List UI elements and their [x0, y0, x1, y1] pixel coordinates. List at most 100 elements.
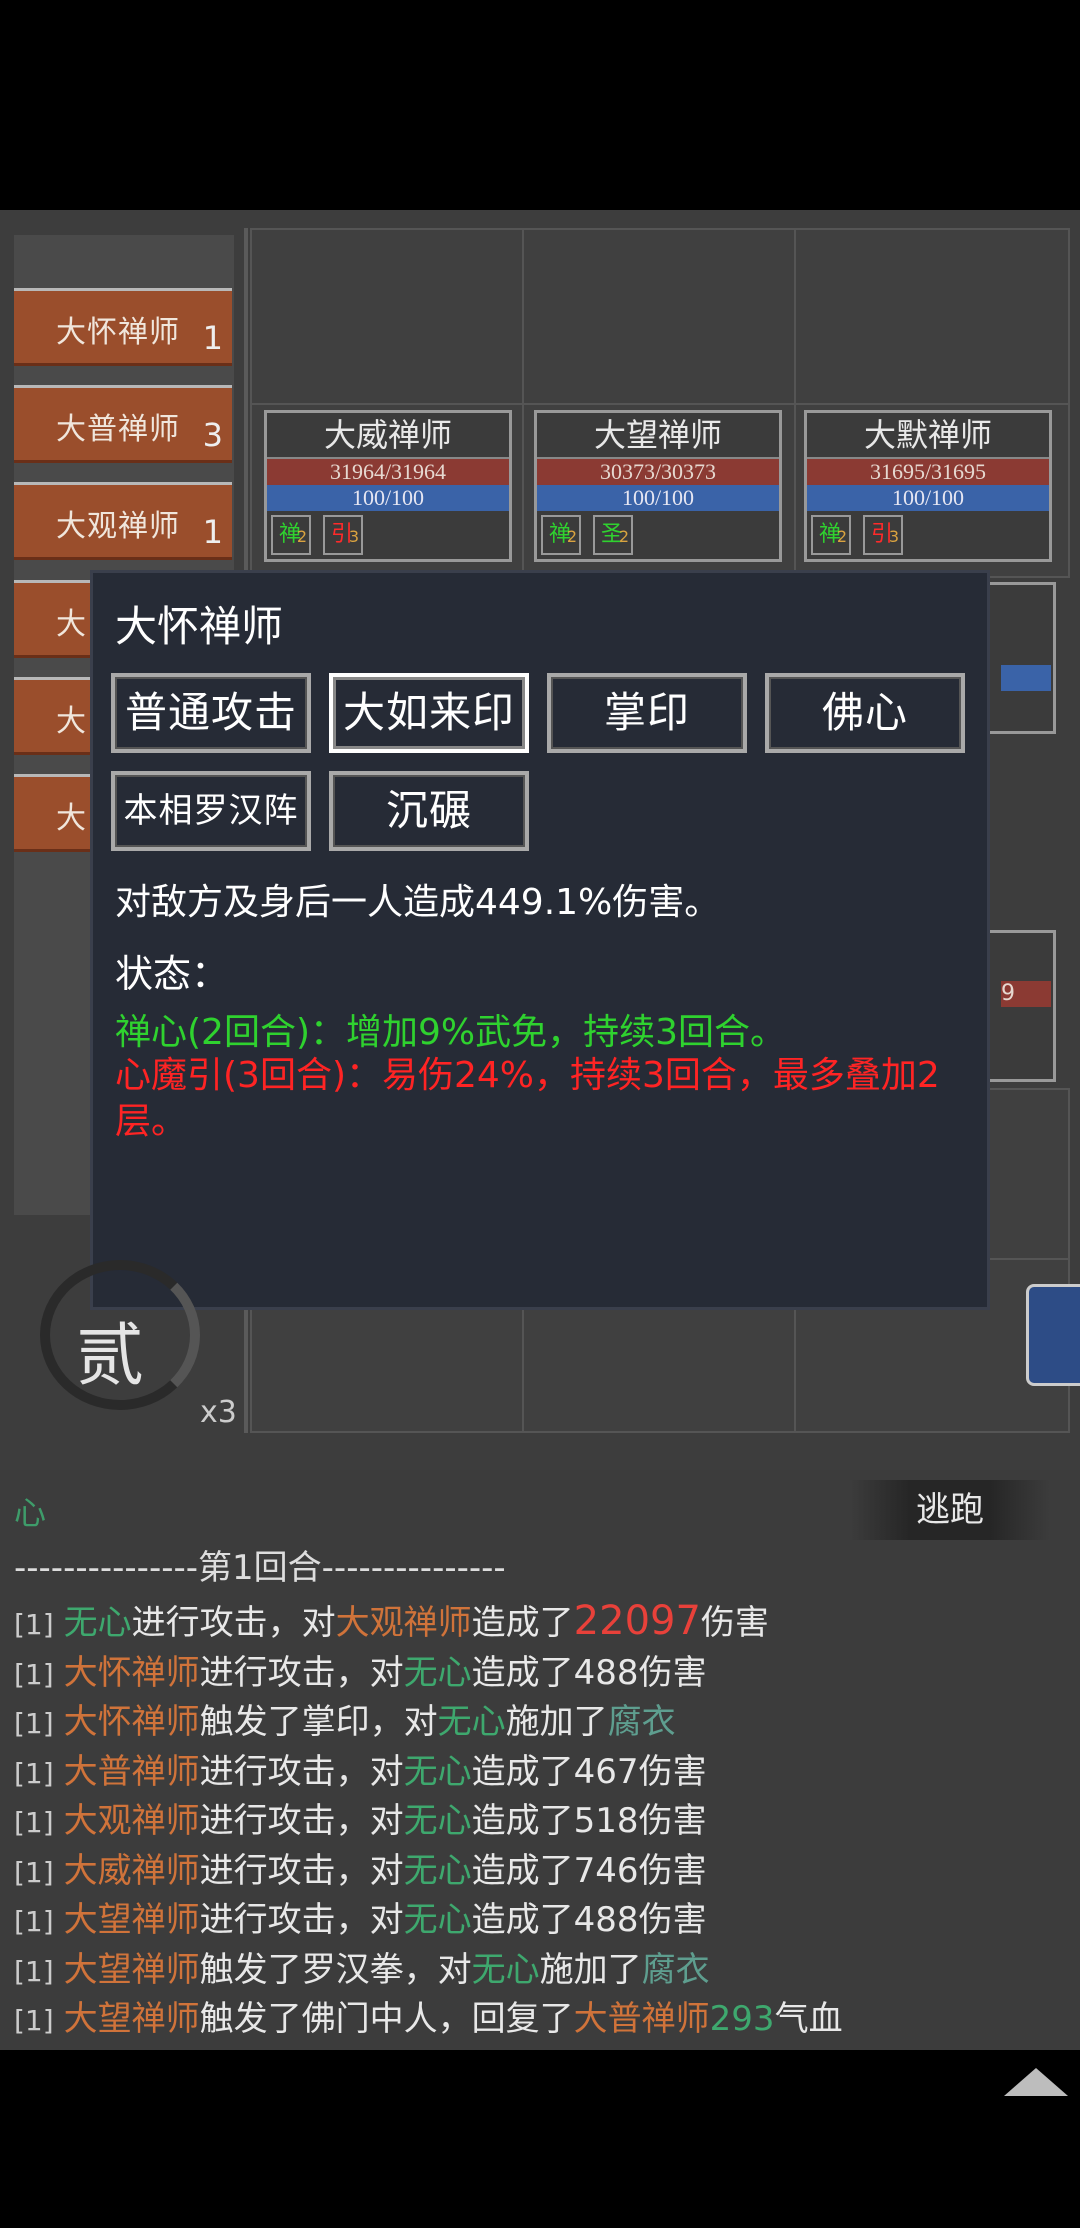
- unit-name: 大默禅师: [807, 413, 1049, 459]
- unit-card[interactable]: 大默禅师 31695/31695 100/100 禅 2 引 3: [804, 410, 1052, 562]
- log-index: [1]: [14, 1657, 54, 1691]
- log-segment: 腐衣: [641, 1949, 710, 1990]
- log-segment: 造成了: [471, 1603, 574, 1643]
- status-tag-icon[interactable]: 引3: [863, 515, 903, 555]
- unit-status-tags: 禅2 引3: [267, 511, 509, 557]
- log-segment: 大望禅师: [63, 1900, 200, 1940]
- log-segment: 无心: [437, 1702, 506, 1742]
- enemy-tab[interactable]: 大普禅师 3: [14, 385, 232, 463]
- skill-button-zhang-yin[interactable]: 掌印: [547, 673, 747, 753]
- log-segment: 大怀禅师: [63, 1652, 200, 1693]
- round-divider: ---------------第1回合---------------: [14, 1548, 506, 1588]
- enemy-tab-name: 大: [56, 801, 87, 836]
- unit-mp-bar: 100/100: [807, 485, 1049, 511]
- log-segment: 施加了: [505, 1702, 608, 1742]
- skill-button-normal-attack[interactable]: 普通攻击: [111, 673, 311, 753]
- log-index: [1]: [14, 1707, 54, 1740]
- enemy-tab-name: 大普禅师: [56, 412, 180, 447]
- status-tag-icon[interactable]: 引3: [323, 515, 363, 555]
- status-tag-icon[interactable]: 禅2: [271, 515, 311, 555]
- unit-hp-bar: 30373/30373: [537, 459, 779, 485]
- log-line: [1] 大望禅师触发了罗汉拳，对无心施加了腐衣: [14, 1942, 710, 1991]
- enemy-tab-count: 1: [202, 513, 224, 551]
- log-segment: 大观禅师: [63, 1801, 200, 1841]
- round-number: 贰: [76, 1317, 145, 1396]
- log-segment: 大威禅师: [63, 1850, 200, 1891]
- log-segment: 气血: [774, 1999, 843, 2039]
- log-segment: 无心: [471, 1949, 540, 1990]
- book-icon[interactable]: [1026, 1284, 1080, 1386]
- log-segment: 大观禅师: [335, 1603, 472, 1643]
- status-bar-area: [0, 0, 1080, 210]
- grid-cell[interactable]: [250, 228, 525, 406]
- enemy-tab[interactable]: 大观禅师 1: [14, 482, 232, 560]
- log-segment: 进行攻击，对: [199, 1751, 404, 1792]
- unit-name: 大威禅师: [267, 413, 509, 459]
- log-line: [1] 大威禅师进行攻击，对无心造成了746伤害: [14, 1843, 707, 1892]
- speed-multiplier[interactable]: x3: [200, 1395, 237, 1430]
- unit-card[interactable]: 大望禅师 30373/30373 100/100 禅 2 圣 2: [534, 410, 782, 562]
- log-index: [1]: [14, 1954, 54, 1988]
- skill-button-luohan-zhen[interactable]: 本相罗汉阵: [111, 771, 311, 851]
- log-segment: 进行攻击，对: [131, 1603, 336, 1643]
- log-segment: 伤害: [700, 1603, 769, 1643]
- log-segment: 大普禅师: [63, 1751, 200, 1792]
- log-index: [1]: [14, 1608, 54, 1641]
- skill-button-fo-xin[interactable]: 佛心: [765, 673, 965, 753]
- status-tag-icon[interactable]: 禅2: [811, 515, 851, 555]
- skill-button-rulai-yin[interactable]: 大如来印: [329, 673, 529, 753]
- log-line: [1] 大望禅师触发了佛门中人，回复了大普禅师293气血: [14, 1991, 843, 2040]
- nav-bar-area: [0, 2130, 1080, 2228]
- log-line: [1] 大观禅师进行攻击，对无心造成了518伤害: [14, 1793, 707, 1842]
- log-segment: 触发了罗汉拳，对: [199, 1949, 472, 1990]
- grid-cell[interactable]: [522, 228, 797, 406]
- log-segment: 造成了467伤害: [471, 1751, 707, 1792]
- log-segment: 施加了: [539, 1949, 642, 1990]
- unit-name: 大望禅师: [537, 413, 779, 459]
- status-tag-icon[interactable]: 禅2: [541, 515, 581, 555]
- log-line: [1] 无心进行攻击，对大观禅师造成了22097伤害: [14, 1595, 769, 1644]
- log-segment: 22097: [573, 1598, 701, 1644]
- log-segment: 大望禅师: [63, 1949, 200, 1990]
- log-index: [1]: [14, 1806, 54, 1839]
- log-line: [1] 大怀禅师进行攻击，对无心造成了488伤害: [14, 1645, 707, 1694]
- unit-hp-partial: 9: [1001, 981, 1051, 1007]
- skill-description: 对敌方及身后一人造成449.1%伤害。: [115, 882, 721, 923]
- log-segment: 293: [709, 1999, 775, 2039]
- log-segment: 造成了488伤害: [471, 1652, 707, 1693]
- popup-title: 大怀禅师: [115, 602, 284, 651]
- status-debuff: 心魔引(3回合)：易伤24%，持续3回合，最多叠加2层。: [115, 1055, 940, 1142]
- flee-button[interactable]: 逃跑: [850, 1480, 1050, 1540]
- log-segment: 触发了掌印，对: [199, 1702, 438, 1742]
- log-line: [1] 大望禅师进行攻击，对无心造成了488伤害: [14, 1892, 707, 1941]
- enemy-tab-count: 3: [202, 416, 224, 454]
- log-index: [1]: [14, 2004, 54, 2037]
- log-segment: 无心: [403, 1900, 472, 1940]
- log-index: [1]: [14, 1905, 54, 1938]
- unit-mp-bar: 100/100: [537, 485, 779, 511]
- enemy-tab[interactable]: 大怀禅师 1: [14, 288, 232, 366]
- enemy-tab-count: 1: [202, 319, 224, 357]
- log-segment: 无心: [63, 1603, 132, 1643]
- unit-status-tags: 禅2 引3: [807, 511, 1049, 557]
- round-badge: 贰: [40, 1260, 210, 1410]
- log-segment: 造成了488伤害: [471, 1900, 707, 1940]
- log-line: [1] 大怀禅师触发了掌印，对无心施加了腐衣: [14, 1694, 676, 1743]
- unit-mp-bar: 100/100: [267, 485, 509, 511]
- log-segment: 造成了746伤害: [471, 1850, 707, 1891]
- enemy-tab-name: 大怀禅师: [56, 315, 180, 350]
- unit-hp-bar: 31695/31695: [807, 459, 1049, 485]
- grid-cell[interactable]: [794, 228, 1070, 406]
- scroll-up-icon[interactable]: [1004, 2068, 1068, 2096]
- enemy-tab-name: 大观禅师: [56, 509, 180, 544]
- unit-card[interactable]: 大威禅师 31964/31964 100/100 禅 2 引 3: [264, 410, 512, 562]
- skill-button-chen-nian[interactable]: 沉碾: [329, 771, 529, 851]
- status-tag-icon[interactable]: 圣2: [593, 515, 633, 555]
- log-segment: 无心: [403, 1751, 472, 1792]
- log-segment: 腐衣: [607, 1702, 676, 1742]
- skill-popup: 大怀禅师 普通攻击 大如来印 掌印 佛心 本相罗汉阵 沉碾 对敌方及身后一人造成…: [90, 570, 990, 1310]
- log-index: [1]: [14, 1756, 54, 1790]
- enemy-tab-name: 大: [56, 704, 87, 739]
- log-segment: 大普禅师: [573, 1999, 710, 2039]
- log-segment: 进行攻击，对: [199, 1801, 404, 1841]
